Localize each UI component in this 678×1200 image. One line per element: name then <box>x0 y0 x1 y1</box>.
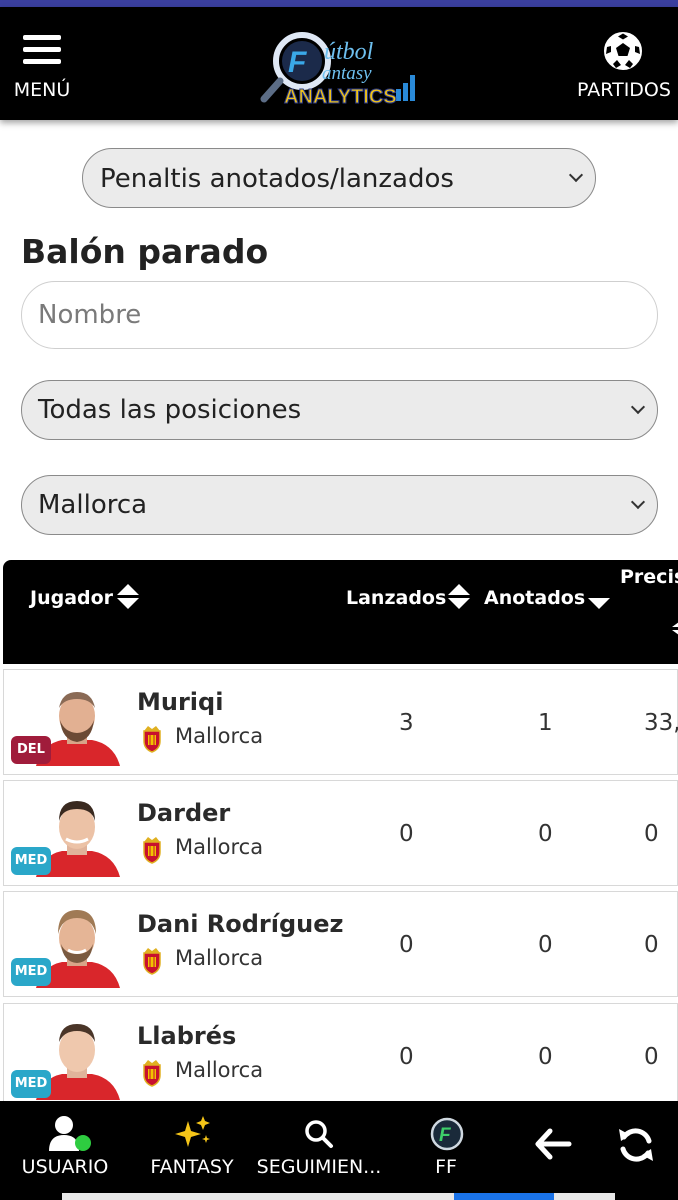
player-name[interactable]: Llabrés <box>137 1022 236 1050</box>
matches-button[interactable]: PARTIDOS <box>572 29 676 105</box>
position-badge: MED <box>11 847 51 875</box>
player-team: Mallorca <box>175 946 264 970</box>
player-team: Mallorca <box>175 1058 264 1082</box>
table-row[interactable]: DEL Muriqi Mallorca 3 1 33, <box>3 669 678 775</box>
nav-ff[interactable]: F FF <box>410 1101 482 1191</box>
chevron-down-icon <box>568 167 584 183</box>
mallorca-crest-icon <box>143 1060 161 1087</box>
arrow-left-icon <box>535 1128 572 1160</box>
cell-precision: 0 <box>644 1044 659 1070</box>
ad-banner-strip[interactable] <box>62 1193 615 1200</box>
search-icon <box>305 1120 333 1148</box>
stat-select[interactable]: Penaltis anotados/lanzados <box>82 148 596 208</box>
svg-text:útbol: útbol <box>324 39 374 65</box>
user-icon <box>49 1116 91 1151</box>
nav-usuario-label: USUARIO <box>21 1156 109 1178</box>
section-title: Balón parado <box>21 232 269 271</box>
sparkles-icon <box>175 1116 210 1147</box>
svg-text:F: F <box>288 46 307 79</box>
sort-both-icon[interactable] <box>448 584 470 609</box>
player-name[interactable]: Dani Rodríguez <box>137 910 344 938</box>
position-badge: MED <box>11 958 51 986</box>
cell-anotados: 0 <box>538 821 553 847</box>
cell-precision: 0 <box>644 821 659 847</box>
ff-logo-icon: F <box>430 1117 464 1151</box>
cell-precision: 0 <box>644 932 659 958</box>
app-header: MENÚ F útbol antasy ANALYTICS PARTIDOS <box>0 7 678 120</box>
top-accent-strip <box>0 0 678 7</box>
cell-lanzados: 0 <box>399 821 414 847</box>
cell-precision: 33, <box>644 710 678 736</box>
bottom-navigation: USUARIO FANTASY SEGUIMIEN... F FF <box>0 1101 678 1200</box>
chevron-down-icon <box>630 399 646 415</box>
cell-anotados: 1 <box>538 710 553 736</box>
hamburger-icon <box>23 35 61 67</box>
back-button[interactable] <box>528 1101 578 1191</box>
position-badge: MED <box>11 1070 51 1098</box>
soccer-ball-icon <box>604 32 642 70</box>
nav-fantasy-label: FANTASY <box>150 1156 234 1178</box>
sort-both-icon[interactable] <box>117 584 139 609</box>
cell-lanzados: 0 <box>399 932 414 958</box>
mallorca-crest-icon <box>143 948 161 975</box>
cell-lanzados: 0 <box>399 1044 414 1070</box>
sort-descending-icon[interactable] <box>588 598 610 609</box>
position-badge: DEL <box>11 736 51 764</box>
table-header: Jugador Lanzados Anotados Precis <box>3 560 678 664</box>
svg-text:ANALYTICS: ANALYTICS <box>284 86 397 108</box>
cell-anotados: 0 <box>538 1044 553 1070</box>
refresh-icon <box>619 1128 653 1162</box>
svg-text:F: F <box>439 1125 452 1146</box>
player-name[interactable]: Muriqi <box>137 688 223 716</box>
column-header-jugador[interactable]: Jugador <box>30 587 113 609</box>
ad-banner-accent <box>454 1193 554 1200</box>
player-name[interactable]: Darder <box>137 799 230 827</box>
nav-fantasy[interactable]: FANTASY <box>140 1101 244 1191</box>
nav-seguimiento-label: SEGUIMIEN... <box>256 1156 382 1178</box>
refresh-button[interactable] <box>608 1101 664 1191</box>
cell-lanzados: 3 <box>399 710 414 736</box>
table-row[interactable]: MED Llabrés Mallorca 0 0 0 <box>3 1003 678 1109</box>
player-team: Mallorca <box>175 724 264 748</box>
table-row[interactable]: MED Darder Mallorca 0 0 0 <box>3 780 678 886</box>
table-row[interactable]: MED Dani Rodríguez Mallorca 0 0 0 <box>3 891 678 997</box>
mallorca-crest-icon <box>143 837 161 864</box>
position-select-value: Todas las posiciones <box>38 395 302 425</box>
futbol-fantasy-analytics-logo[interactable]: F útbol antasy ANALYTICS <box>258 23 420 111</box>
position-select[interactable]: Todas las posiciones <box>21 380 658 440</box>
chevron-down-icon <box>630 494 646 510</box>
svg-text:antasy: antasy <box>322 63 372 84</box>
matches-label: PARTIDOS <box>577 79 671 101</box>
nav-seguimiento[interactable]: SEGUIMIEN... <box>254 1101 384 1191</box>
menu-button[interactable]: MENÚ <box>8 31 76 103</box>
mallorca-crest-icon <box>143 726 161 753</box>
sort-both-icon[interactable] <box>672 619 678 639</box>
nav-ff-label: FF <box>435 1156 457 1178</box>
column-header-anotados[interactable]: Anotados <box>484 587 585 609</box>
name-search-input[interactable] <box>21 281 658 349</box>
menu-label: MENÚ <box>13 79 71 101</box>
column-header-precision[interactable]: Precis <box>620 566 678 588</box>
team-select-value: Mallorca <box>38 490 148 520</box>
player-team: Mallorca <box>175 835 264 859</box>
cell-anotados: 0 <box>538 932 553 958</box>
stat-select-value: Penaltis anotados/lanzados <box>100 164 454 194</box>
nav-usuario[interactable]: USUARIO <box>12 1101 118 1191</box>
team-select[interactable]: Mallorca <box>21 475 658 535</box>
column-header-lanzados[interactable]: Lanzados <box>346 587 446 609</box>
